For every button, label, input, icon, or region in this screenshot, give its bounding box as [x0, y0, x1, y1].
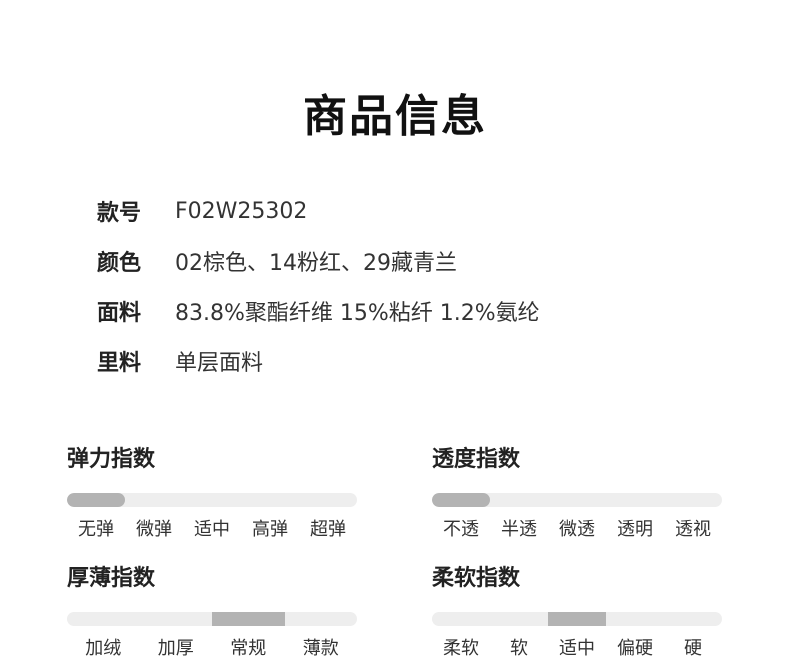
meter-levels: 无弹 微弹 适中 高弹 超弹	[67, 515, 357, 541]
meter-level: 适中	[194, 519, 230, 540]
meter-title: 柔软指数	[432, 566, 521, 591]
meter-level: 常规	[230, 638, 267, 659]
meter-track	[432, 493, 722, 507]
meter-fill	[548, 612, 606, 626]
info-value: 单层面料	[175, 351, 264, 376]
meter-levels: 不透 半透 微透 透明 透视	[432, 515, 722, 541]
meter-level: 无弹	[78, 519, 114, 540]
meter-level: 半透	[501, 519, 537, 540]
meter-level: 适中	[559, 638, 595, 659]
meter-fill	[212, 612, 285, 626]
info-row-fabric: 面料 83.8%聚酯纤维 15%粘纤 1.2%氨纶	[97, 286, 540, 336]
product-info-list: 款号 F02W25302 颜色 02棕色、14粉红、29藏青兰 面料 83.8%…	[97, 186, 540, 386]
thickness-meter: 厚薄指数 加绒 加厚 常规 薄款	[67, 564, 357, 660]
meter-track	[67, 612, 357, 626]
info-label: 颜色	[97, 251, 142, 276]
info-label: 里料	[97, 351, 142, 376]
meter-level: 超弹	[310, 519, 346, 540]
meter-title: 透度指数	[432, 447, 521, 472]
meter-fill	[67, 493, 125, 507]
info-value: F02W25302	[175, 198, 308, 224]
meter-level: 软	[510, 638, 528, 659]
meter-level: 不透	[443, 519, 479, 540]
meter-level: 加绒	[85, 638, 122, 659]
meter-title: 弹力指数	[67, 447, 156, 472]
meter-level: 透视	[675, 519, 711, 540]
page-title: 商品信息	[303, 91, 487, 142]
info-row-lining: 里料 单层面料	[97, 336, 540, 386]
meter-fill	[432, 493, 490, 507]
meter-title: 厚薄指数	[67, 566, 156, 591]
meter-track	[432, 612, 722, 626]
meter-level: 偏硬	[617, 638, 653, 659]
info-row-color: 颜色 02棕色、14粉红、29藏青兰	[97, 236, 540, 286]
elasticity-meter: 弹力指数 无弹 微弹 适中 高弹 超弹	[67, 445, 357, 541]
meter-level: 硬	[684, 638, 702, 659]
transparency-meter: 透度指数 不透 半透 微透 透明 透视	[432, 445, 722, 541]
meter-level: 微透	[559, 519, 595, 540]
meter-level: 高弹	[252, 519, 288, 540]
meter-level: 透明	[617, 519, 653, 540]
info-label: 款号	[97, 201, 142, 226]
meter-level: 柔软	[443, 638, 479, 659]
info-value: 83.8%聚酯纤维 15%粘纤 1.2%氨纶	[175, 301, 540, 326]
meter-levels: 柔软 软 适中 偏硬 硬	[432, 634, 722, 660]
info-value: 02棕色、14粉红、29藏青兰	[175, 251, 457, 276]
meter-level: 薄款	[302, 638, 339, 659]
meter-level: 微弹	[136, 519, 172, 540]
softness-meter: 柔软指数 柔软 软 适中 偏硬 硬	[432, 564, 722, 660]
meter-level: 加厚	[157, 638, 194, 659]
info-label: 面料	[97, 301, 142, 326]
meter-track	[67, 493, 357, 507]
info-row-style-number: 款号 F02W25302	[97, 186, 540, 236]
meter-levels: 加绒 加厚 常规 薄款	[67, 634, 357, 660]
